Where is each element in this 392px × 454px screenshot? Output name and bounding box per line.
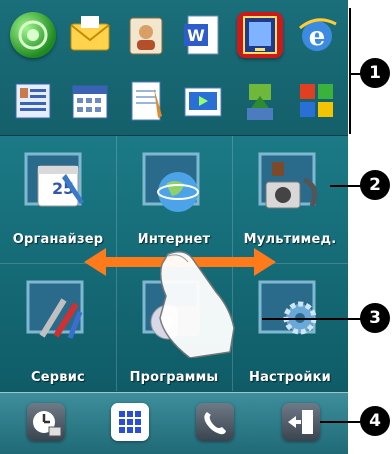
multimedia-camera-icon bbox=[254, 150, 324, 220]
windows-icon[interactable] bbox=[294, 78, 340, 124]
svg-text:W: W bbox=[188, 26, 206, 45]
quick-launch-row-2 bbox=[10, 78, 340, 128]
tile-multimedia[interactable]: Мультимед. bbox=[232, 136, 348, 263]
callout-1-bracket bbox=[349, 8, 351, 134]
quick-launch-area: W e bbox=[0, 0, 348, 136]
tile-organizer[interactable]: 25 Органайзер bbox=[0, 136, 116, 263]
svg-text:e: e bbox=[309, 22, 326, 52]
tile-label: Органайзер bbox=[12, 232, 104, 247]
tile-label: Интернет bbox=[137, 232, 211, 247]
callout-4: 4 bbox=[360, 406, 390, 436]
exit-icon[interactable] bbox=[282, 403, 320, 441]
media-player-icon[interactable] bbox=[180, 78, 226, 124]
tile-label: Мультимед. bbox=[243, 232, 337, 247]
phone-icon[interactable] bbox=[196, 403, 234, 441]
calendar-icon[interactable] bbox=[67, 78, 113, 124]
finger-icon bbox=[159, 251, 235, 358]
contacts-grid-icon[interactable] bbox=[10, 78, 56, 124]
tile-label: Сервис bbox=[31, 370, 85, 385]
pda-device-icon[interactable] bbox=[237, 12, 284, 58]
tile-label: Настройки bbox=[249, 370, 331, 385]
word-document-icon[interactable]: W bbox=[180, 12, 226, 58]
callout-3-leader bbox=[262, 318, 362, 320]
callout-4-leader bbox=[320, 421, 362, 423]
green-orb-icon[interactable] bbox=[10, 12, 56, 58]
callout-3: 3 bbox=[360, 303, 390, 333]
sync-icon[interactable] bbox=[237, 78, 283, 124]
tile-internet[interactable]: Интернет bbox=[116, 136, 232, 263]
organizer-calendar-icon: 25 bbox=[22, 150, 92, 220]
internet-globe-icon bbox=[138, 150, 208, 220]
quick-launch-row-1: W e bbox=[10, 12, 340, 62]
callout-2-leader bbox=[330, 185, 362, 187]
contacts-card-icon[interactable] bbox=[124, 12, 170, 58]
internet-explorer-icon[interactable]: e bbox=[294, 12, 340, 58]
clock-icon[interactable] bbox=[27, 403, 65, 441]
mail-envelope-icon[interactable] bbox=[67, 12, 113, 58]
callout-2: 2 bbox=[360, 170, 390, 200]
apps-grid-icon[interactable] bbox=[111, 403, 149, 441]
swipe-gesture-hint bbox=[84, 248, 276, 358]
device-screen: W e 25 Органайзер Интернет Мультимед. Се… bbox=[0, 0, 348, 454]
callout-1: 1 bbox=[360, 58, 390, 88]
notes-icon[interactable] bbox=[124, 78, 170, 124]
tile-label: Программы bbox=[129, 370, 219, 385]
bottom-dock bbox=[0, 392, 348, 454]
